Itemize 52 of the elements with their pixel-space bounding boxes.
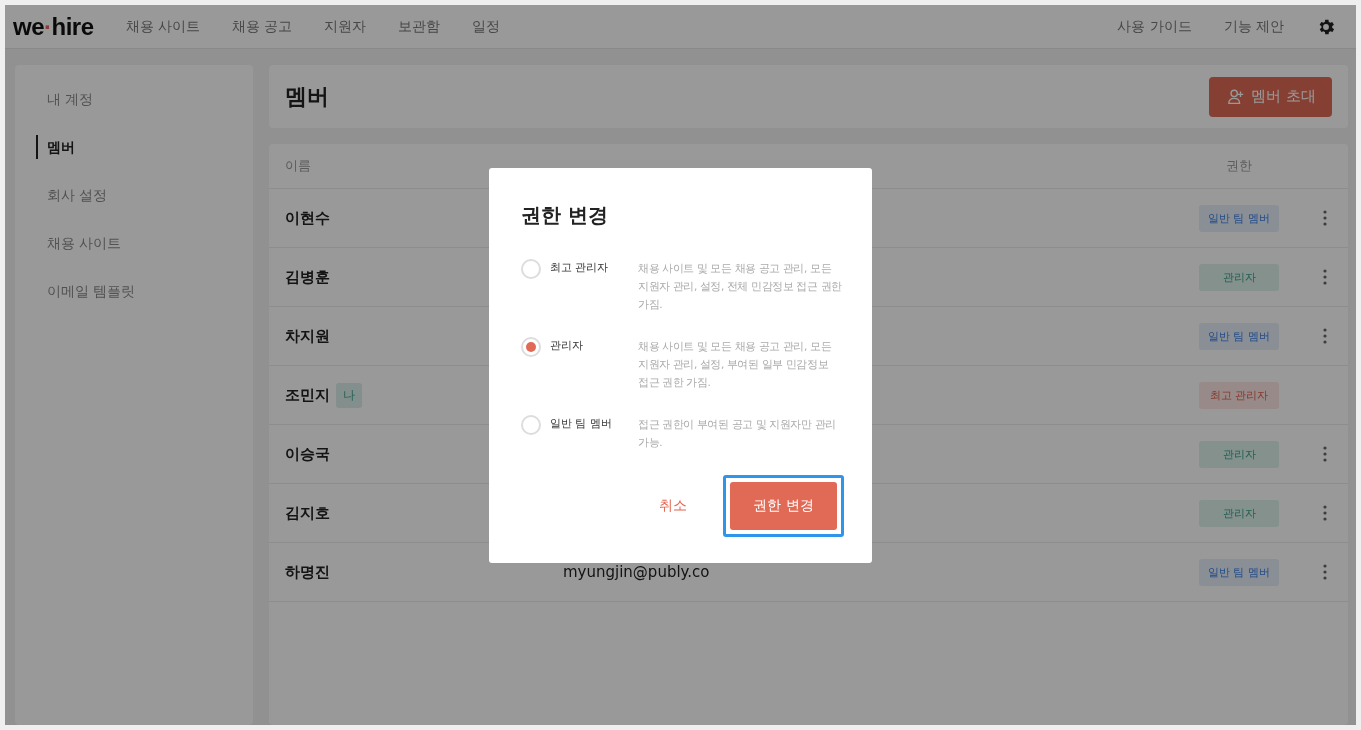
more-icon[interactable] — [1323, 564, 1327, 580]
dialog-title: 권한 변경 — [521, 202, 609, 229]
role-tag: 일반 팀 멤버 — [1199, 558, 1279, 586]
role-tag: 관리자 — [1199, 499, 1279, 527]
more-icon[interactable] — [1323, 269, 1327, 285]
option-description: 채용 사이트 및 모든 채용 공고 관리, 모든 지원자 관리, 설정, 전체 민감정보 접근 권한 가짐. — [638, 261, 843, 312]
member-name: 이승국 — [285, 444, 330, 464]
member-name: 김병훈 — [285, 267, 330, 287]
logo[interactable]: we·hire — [13, 12, 94, 41]
role-tag: 일반 팀 멤버 — [1199, 322, 1279, 350]
sidebar-item[interactable]: 이메일 템플릿 — [36, 279, 253, 327]
radio-button[interactable] — [521, 415, 541, 435]
confirm-button[interactable]: 권한 변경 — [730, 482, 837, 530]
sidebar-item[interactable]: 내 계정 — [36, 87, 253, 135]
option-label[interactable]: 일반 팀 멤버 — [550, 415, 638, 433]
option-description: 채용 사이트 및 모든 채용 공고 관리, 모든 지원자 관리, 설정, 부여된 일부 민감정보 접근 권한 가짐. — [638, 339, 833, 390]
member-email: myungjin@publy.co — [563, 563, 710, 581]
more-icon[interactable] — [1323, 210, 1327, 226]
member-name: 차지원 — [285, 326, 330, 346]
me-tag: 나 — [336, 382, 362, 408]
column-header: 권한 — [1226, 157, 1252, 175]
option-description: 접근 권한이 부여된 공고 및 지원자만 관리 가능. — [638, 417, 837, 450]
sidebar-item[interactable]: 회사 설정 — [36, 183, 253, 231]
nav-link[interactable]: 채용 사이트 — [125, 17, 200, 36]
role-tag: 관리자 — [1199, 440, 1279, 468]
radio-button[interactable] — [521, 337, 541, 357]
role-tag: 일반 팀 멤버 — [1199, 204, 1279, 232]
add-user-icon — [1227, 87, 1246, 106]
sidebar-item[interactable]: 멤버 — [36, 135, 253, 159]
column-header: 이름 — [285, 157, 312, 175]
radio-button[interactable] — [521, 259, 541, 279]
nav-link[interactable]: 보관함 — [398, 17, 441, 36]
nav-link[interactable]: 채용 공고 — [232, 17, 293, 36]
role-tag: 최고 관리자 — [1199, 381, 1279, 409]
sidebar-item[interactable]: 채용 사이트 — [36, 231, 253, 279]
option-label[interactable]: 최고 관리자 — [550, 259, 638, 277]
nav-link[interactable]: 지원자 — [324, 17, 367, 36]
role-tag: 관리자 — [1199, 263, 1279, 291]
member-name: 조민지 — [285, 385, 330, 405]
member-name: 김지호 — [285, 503, 330, 523]
cancel-button[interactable]: 취소 — [653, 496, 693, 516]
invite-member-button[interactable]: 멤버 초대 — [1209, 76, 1332, 117]
more-icon[interactable] — [1323, 446, 1327, 462]
nav-link[interactable]: 기능 제안 — [1223, 17, 1284, 36]
nav-link[interactable]: 사용 가이드 — [1117, 17, 1192, 36]
option-label[interactable]: 관리자 — [550, 337, 638, 355]
member-name: 이현수 — [285, 208, 330, 228]
more-icon[interactable] — [1323, 505, 1327, 521]
more-icon[interactable] — [1323, 328, 1327, 344]
nav-link[interactable]: 일정 — [472, 17, 501, 36]
member-name: 하명진 — [285, 562, 330, 582]
page-title: 멤버 — [285, 82, 329, 111]
